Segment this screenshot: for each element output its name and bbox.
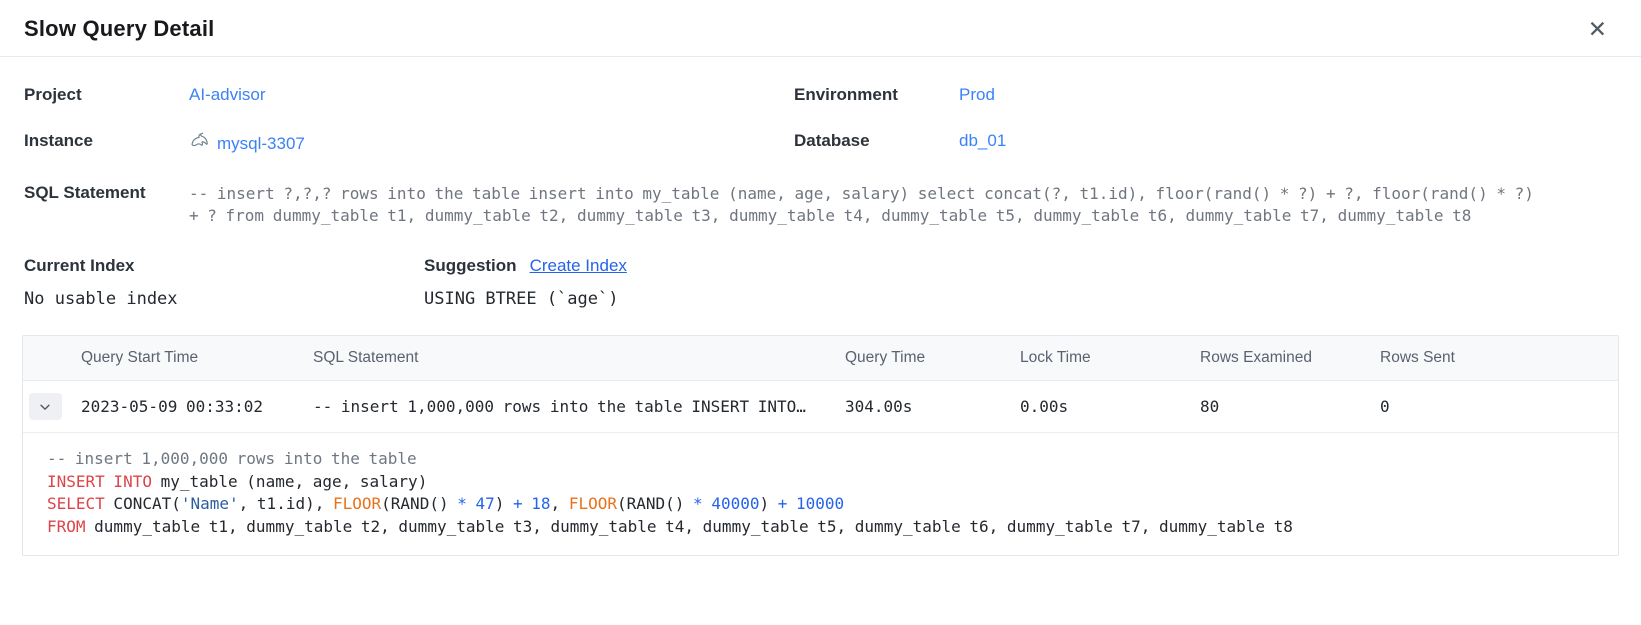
- database-link[interactable]: db_01: [959, 131, 1006, 150]
- info-row-sql-statement: SQL Statement -- insert ?,?,? rows into …: [24, 183, 1617, 226]
- cell-query-start-time: 2023-05-09 00:33:02: [81, 397, 313, 416]
- database-label: Database: [794, 131, 959, 151]
- col-lock-time: Lock Time: [1020, 349, 1200, 367]
- row-expand-button[interactable]: [29, 393, 62, 420]
- col-sql-statement: SQL Statement: [313, 349, 845, 367]
- col-query-start-time: Query Start Time: [81, 349, 313, 367]
- expanded-sql-code: -- insert 1,000,000 rows into the tableI…: [23, 433, 1618, 555]
- col-rows-sent: Rows Sent: [1380, 349, 1618, 367]
- index-section: Current Index Suggestion Create Index No…: [0, 256, 1641, 309]
- dialog-header: Slow Query Detail ✕: [0, 0, 1641, 56]
- code-line: -- insert 1,000,000 rows into the table: [47, 448, 1594, 471]
- instance-label: Instance: [24, 131, 189, 151]
- code-line: SELECT CONCAT('Name', t1.id), FLOOR(RAND…: [47, 493, 1594, 516]
- table-row: 2023-05-09 00:33:02 -- insert 1,000,000 …: [23, 381, 1618, 433]
- code-line: FROM dummy_table t1, dummy_table t2, dum…: [47, 516, 1594, 539]
- slow-query-table: Query Start Time SQL Statement Query Tim…: [22, 335, 1619, 556]
- project-link[interactable]: AI-advisor: [189, 85, 266, 104]
- cell-query-time: 304.00s: [845, 397, 1020, 416]
- cell-rows-examined: 80: [1200, 397, 1380, 416]
- current-index-value: No usable index: [24, 289, 424, 309]
- sql-statement-label: SQL Statement: [24, 183, 189, 203]
- mysql-dolphin-icon: [189, 131, 210, 157]
- create-index-link[interactable]: Create Index: [530, 256, 627, 276]
- cell-lock-time: 0.00s: [1020, 397, 1200, 416]
- suggestion-value: USING BTREE (`age`): [424, 289, 618, 309]
- instance-link[interactable]: mysql-3307: [217, 134, 305, 154]
- col-query-time: Query Time: [845, 349, 1020, 367]
- col-rows-examined: Rows Examined: [1200, 349, 1380, 367]
- info-row-instance-database: Instance mysql-3307 Database db_01: [24, 131, 1617, 157]
- environment-link[interactable]: Prod: [959, 85, 995, 104]
- cell-sql-statement-preview: -- insert 1,000,000 rows into the table …: [313, 397, 845, 416]
- environment-label: Environment: [794, 85, 959, 105]
- chevron-down-icon: [38, 400, 52, 414]
- cell-rows-sent: 0: [1380, 397, 1618, 416]
- project-label: Project: [24, 85, 189, 105]
- info-row-project-environment: Project AI-advisor Environment Prod: [24, 85, 1617, 105]
- query-info-section: Project AI-advisor Environment Prod Inst…: [0, 57, 1641, 226]
- close-icon[interactable]: ✕: [1584, 16, 1611, 43]
- current-index-label: Current Index: [24, 256, 135, 275]
- sql-statement-text: -- insert ?,?,? rows into the table inse…: [189, 183, 1539, 226]
- suggestion-label: Suggestion: [424, 256, 517, 276]
- page-title: Slow Query Detail: [24, 16, 214, 42]
- table-header-row: Query Start Time SQL Statement Query Tim…: [23, 336, 1618, 381]
- code-line: INSERT INTO my_table (name, age, salary): [47, 471, 1594, 494]
